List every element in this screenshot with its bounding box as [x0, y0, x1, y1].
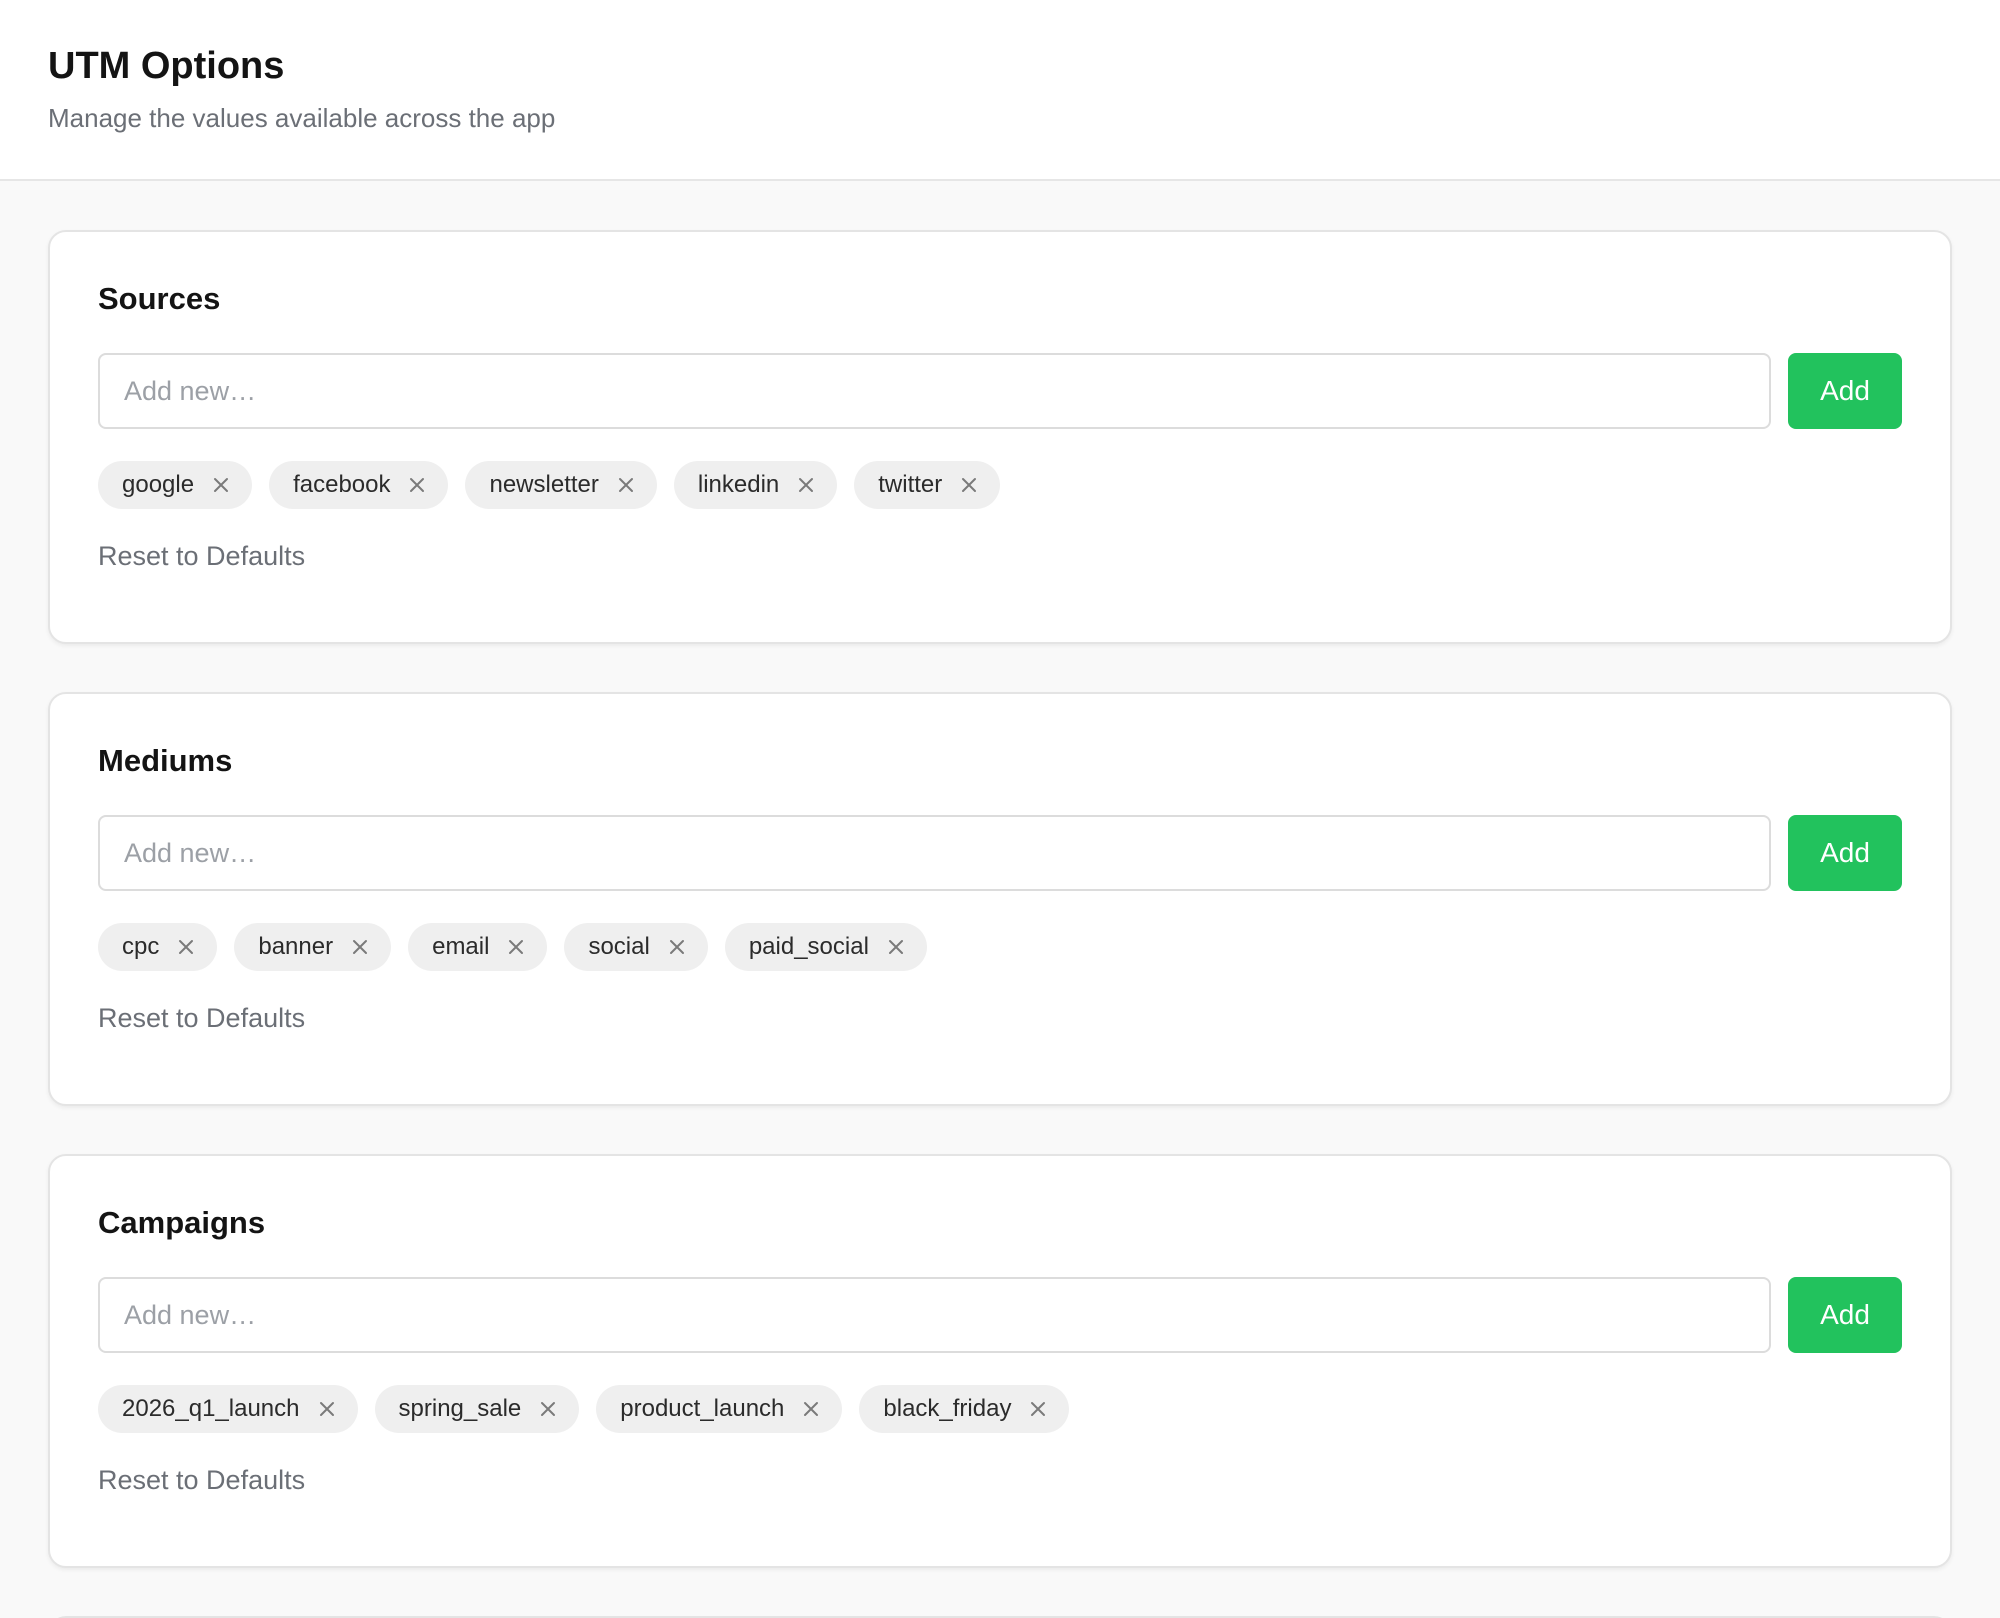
add-campaign-input[interactable] [98, 1277, 1771, 1353]
close-icon[interactable] [505, 936, 527, 958]
close-icon[interactable] [958, 474, 980, 496]
chip-list: 2026_q1_launch spring_sale product_launc… [98, 1385, 1902, 1433]
add-source-button[interactable]: Add [1788, 353, 1902, 429]
section-title: Sources [98, 281, 221, 316]
close-icon[interactable] [666, 936, 688, 958]
reset-defaults-button[interactable]: Reset to Defaults [98, 1001, 305, 1035]
section-title: Campaigns [98, 1205, 266, 1240]
chip-list: cpc banner email social paid_social [98, 923, 1902, 971]
add-row: Add [98, 353, 1902, 429]
chip: banner [234, 923, 392, 971]
add-row: Add [98, 1277, 1902, 1353]
chip-label: email [432, 933, 490, 960]
chip-label: spring_sale [398, 1395, 522, 1422]
page-title: UTM Options [48, 45, 285, 87]
chip: social [564, 923, 708, 971]
close-icon[interactable] [210, 474, 232, 496]
close-icon[interactable] [175, 936, 197, 958]
chip: twitter [854, 461, 1001, 509]
chip: cpc [98, 923, 218, 971]
chip: product_launch [596, 1385, 843, 1433]
chip-label: banner [258, 933, 334, 960]
chip: facebook [269, 461, 449, 509]
close-icon[interactable] [406, 474, 428, 496]
chip: black_friday [859, 1385, 1070, 1433]
chip-label: 2026_q1_launch [122, 1395, 300, 1422]
close-icon[interactable] [1027, 1398, 1049, 1420]
main-content: Sources Add google facebook newsletter l… [0, 181, 2000, 1618]
mediums-card: Mediums Add cpc banner email social [48, 692, 1952, 1106]
close-icon[interactable] [800, 1398, 822, 1420]
campaigns-card: Campaigns Add 2026_q1_launch spring_sale… [48, 1154, 1952, 1568]
chip-label: twitter [878, 471, 943, 498]
close-icon[interactable] [349, 936, 371, 958]
add-source-input[interactable] [98, 353, 1771, 429]
chip-label: linkedin [697, 471, 780, 498]
add-row: Add [98, 815, 1902, 891]
close-icon[interactable] [795, 474, 817, 496]
chip-list: google facebook newsletter linkedin twit… [98, 461, 1902, 509]
chip: 2026_q1_launch [98, 1385, 358, 1433]
chip-label: google [122, 471, 195, 498]
sources-card: Sources Add google facebook newsletter l… [48, 230, 1952, 644]
page-header: UTM Options Manage the values available … [0, 0, 2000, 181]
chip-label: paid_social [748, 933, 869, 960]
add-medium-button[interactable]: Add [1788, 815, 1902, 891]
chip-label: newsletter [489, 471, 599, 498]
chip: google [98, 461, 253, 509]
chip-label: product_launch [620, 1395, 785, 1422]
chip-label: facebook [293, 471, 391, 498]
add-campaign-button[interactable]: Add [1788, 1277, 1902, 1353]
close-icon[interactable] [615, 474, 637, 496]
reset-defaults-button[interactable]: Reset to Defaults [98, 1463, 305, 1497]
chip-label: black_friday [883, 1395, 1012, 1422]
chip: newsletter [465, 461, 657, 509]
page-subtitle: Manage the values available across the a… [48, 103, 556, 133]
reset-defaults-button[interactable]: Reset to Defaults [98, 539, 305, 573]
chip: linkedin [673, 461, 838, 509]
close-icon[interactable] [537, 1398, 559, 1420]
chip: paid_social [724, 923, 927, 971]
chip: spring_sale [374, 1385, 580, 1433]
add-medium-input[interactable] [98, 815, 1771, 891]
close-icon[interactable] [885, 936, 907, 958]
chip: email [408, 923, 548, 971]
chip-label: social [588, 933, 650, 960]
section-title: Mediums [98, 743, 233, 778]
close-icon[interactable] [316, 1398, 338, 1420]
chip-label: cpc [122, 933, 160, 960]
